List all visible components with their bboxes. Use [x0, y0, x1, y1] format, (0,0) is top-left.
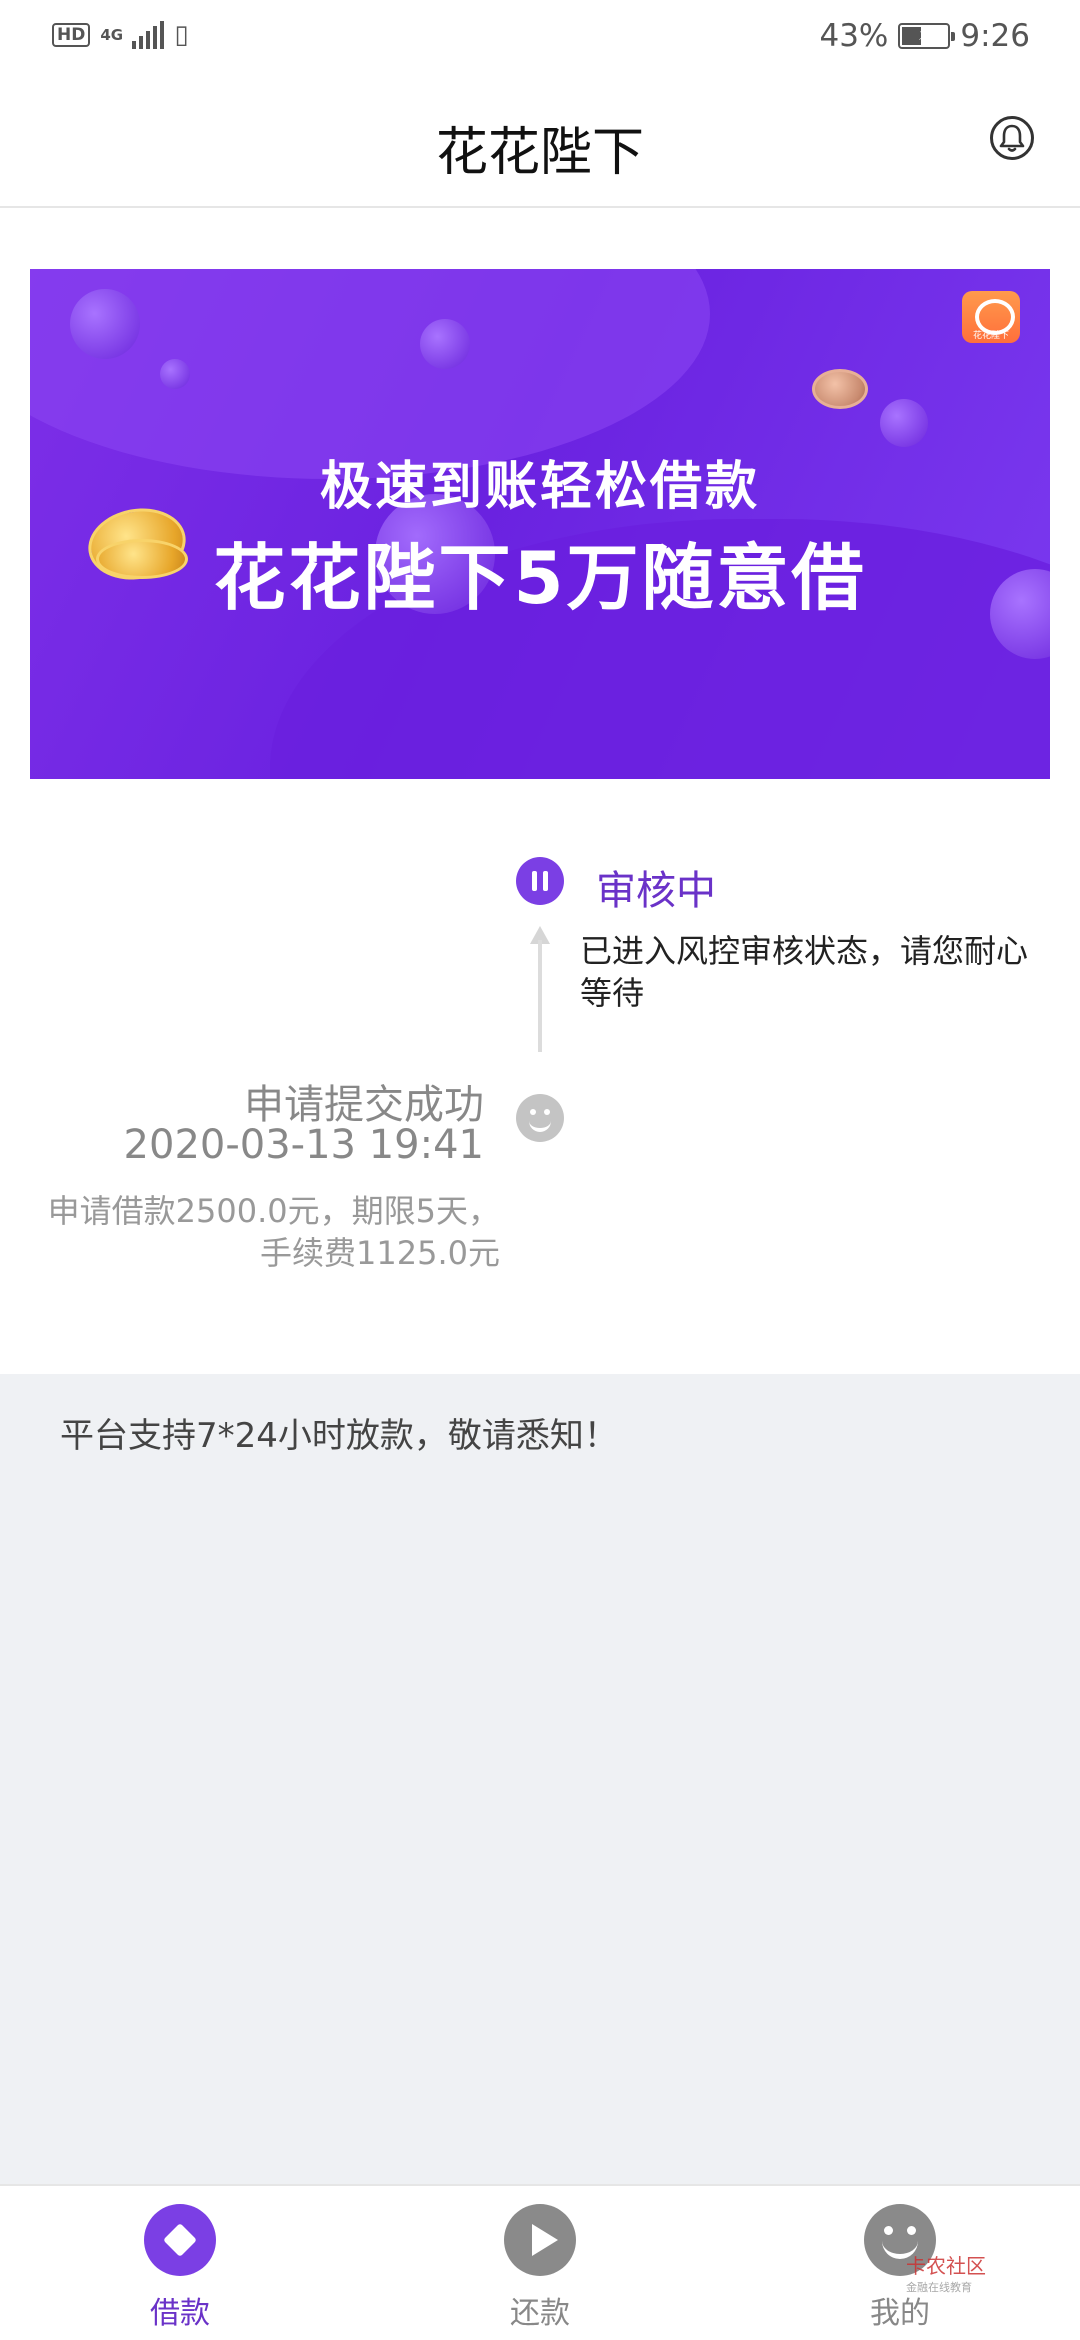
coin-icon	[812, 369, 868, 409]
app-logo: 花花陛下	[962, 291, 1020, 343]
banner-bubble	[880, 399, 928, 447]
status-bar: HD 4G ▯ 43% ⚡ 9:26	[0, 0, 1080, 76]
notice-area: 平台支持7*24小时放款，敬请悉知！	[0, 1374, 1080, 2184]
page-title: 花花陛下	[435, 123, 644, 183]
smile-icon	[516, 1094, 564, 1142]
network-type: 4G	[100, 26, 124, 44]
promo-banner[interactable]: 花花陛下 极速到账轻松借款 花花陛下5万随意借	[30, 269, 1050, 779]
watermark: 卡农社区 金融在线教育	[906, 2250, 986, 2295]
app-header: 花花陛下	[0, 76, 1080, 208]
nav-label: 还款	[510, 2296, 570, 2331]
diamond-icon	[144, 2204, 216, 2276]
hd-badge: HD	[52, 23, 91, 47]
watermark-title: 卡农社区	[906, 2254, 986, 2278]
play-icon	[504, 2204, 576, 2276]
pause-icon	[516, 857, 564, 905]
bell-icon[interactable]	[990, 116, 1034, 160]
banner-bubble	[420, 319, 470, 369]
nav-item-borrow[interactable]: 借款	[90, 2204, 270, 2332]
battery-percent: 43%	[819, 18, 889, 54]
status-bar-right: 43% ⚡ 9:26	[819, 18, 1030, 54]
clock: 9:26	[960, 18, 1030, 54]
review-status-title: 审核中	[596, 868, 716, 914]
nav-label: 借款	[150, 2296, 210, 2331]
vibrate-icon: ▯	[174, 20, 189, 50]
nav-item-repay[interactable]: 还款	[450, 2204, 630, 2332]
submit-timestamp: 2020-03-13 19:41	[123, 1122, 484, 1168]
charging-icon: ⚡	[917, 21, 932, 45]
banner-bubble	[160, 359, 190, 389]
notice-text: 平台支持7*24小时放款，敬请悉知！	[60, 1416, 618, 1456]
banner-headline: 极速到账轻松借款	[319, 457, 760, 517]
timeline-connector	[538, 940, 542, 1052]
watermark-subtitle: 金融在线教育	[906, 2281, 972, 2294]
status-bar-left: HD 4G ▯	[52, 20, 189, 50]
battery-icon: ⚡	[898, 21, 956, 49]
loan-details: 申请借款2500.0元，期限5天，手续费1125.0元	[47, 1192, 500, 1272]
signal-icon	[132, 21, 165, 49]
review-status-desc: 已进入风控审核状态，请您耐心等待	[580, 932, 1029, 1012]
banner-subheadline: 花花陛下5万随意借	[213, 536, 867, 620]
banner-bubble	[70, 289, 140, 359]
